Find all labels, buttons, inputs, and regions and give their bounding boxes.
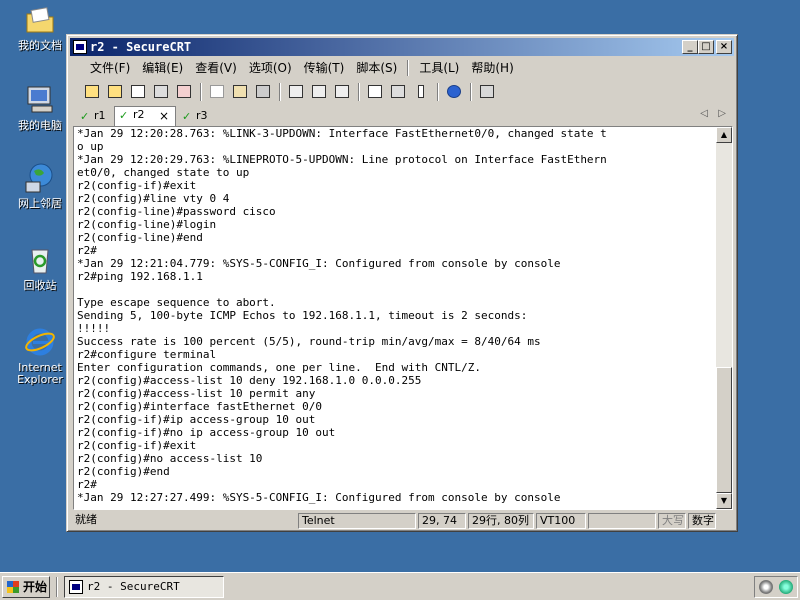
minimize-button[interactable]: _ bbox=[682, 40, 698, 54]
disconnect-icon[interactable] bbox=[174, 83, 194, 101]
desktop-icon-my-computer[interactable]: 我的电脑 bbox=[8, 84, 72, 132]
toolbar-separator bbox=[200, 83, 202, 101]
close-tab-icon[interactable]: × bbox=[159, 108, 169, 124]
windows-logo-icon bbox=[7, 581, 19, 593]
start-label: 开始 bbox=[23, 580, 48, 594]
status-blank bbox=[588, 513, 656, 529]
desktop-icon-label: 回收站 bbox=[23, 279, 57, 292]
close-button[interactable]: × bbox=[716, 40, 732, 54]
desktop-icon-network[interactable]: 网上邻居 bbox=[8, 162, 72, 210]
system-tray bbox=[754, 576, 798, 598]
tab-scroll-right-icon[interactable]: ▷ bbox=[718, 108, 726, 119]
scroll-up-icon[interactable]: ▲ bbox=[716, 127, 732, 143]
scrollbar-thumb[interactable] bbox=[716, 367, 732, 493]
tab-label: r3 bbox=[196, 109, 208, 122]
tab-r1[interactable]: ✓ r1 bbox=[76, 108, 114, 126]
taskbar-item-label: r2 - SecureCRT bbox=[87, 580, 180, 593]
print-setup-icon[interactable] bbox=[332, 83, 352, 101]
tab-label: r2 bbox=[133, 108, 145, 121]
menu-script[interactable]: 脚本(S) bbox=[350, 59, 403, 77]
connected-check-icon: ✓ bbox=[119, 109, 129, 122]
connected-check-icon: ✓ bbox=[182, 110, 192, 123]
reconnect-icon[interactable] bbox=[151, 83, 171, 101]
toolbar-separator bbox=[279, 83, 281, 101]
status-bar: 就绪 Telnet 29, 74 29行, 80列 VT100 大写 数字 bbox=[70, 512, 734, 530]
toolbar bbox=[70, 80, 734, 104]
computer-icon bbox=[24, 84, 56, 116]
menu-edit[interactable]: 编辑(E) bbox=[136, 59, 189, 77]
folder-icon bbox=[24, 4, 56, 36]
status-caps: 大写 bbox=[658, 513, 686, 529]
desktop-icon-internet-explorer[interactable]: Internet Explorer bbox=[8, 326, 72, 386]
terminal-pane[interactable]: *Jan 29 12:20:28.763: %LINK-3-UPDOWN: In… bbox=[73, 126, 733, 510]
menu-help[interactable]: 帮助(H) bbox=[465, 59, 519, 77]
tab-r2[interactable]: ✓ r2 × bbox=[114, 106, 176, 126]
maximize-button[interactable]: □ bbox=[698, 40, 714, 54]
menu-separator bbox=[407, 60, 410, 76]
connect-tab-icon[interactable] bbox=[128, 83, 148, 101]
status-cursor: 29, 74 bbox=[418, 513, 466, 529]
desktop-icon-label: 我的电脑 bbox=[18, 119, 62, 132]
menu-transfer[interactable]: 传输(T) bbox=[298, 59, 351, 77]
menu-file[interactable]: 文件(F) bbox=[84, 59, 136, 77]
vertical-scrollbar[interactable]: ▲ ▼ bbox=[716, 127, 732, 509]
start-button[interactable]: 开始 bbox=[2, 576, 50, 598]
menu-view[interactable]: 查看(V) bbox=[189, 59, 243, 77]
internet-explorer-icon bbox=[24, 326, 56, 358]
terminal-output[interactable]: *Jan 29 12:20:28.763: %LINK-3-UPDOWN: In… bbox=[77, 127, 717, 509]
securecrt-app-icon bbox=[73, 40, 87, 54]
toolbar-separator bbox=[470, 83, 472, 101]
desktop-icon-label: 网上邻居 bbox=[18, 197, 62, 210]
desktop-icon-my-documents[interactable]: 我的文档 bbox=[8, 4, 72, 52]
toolbar-separator bbox=[358, 83, 360, 101]
desktop-icon-label: 我的文档 bbox=[18, 39, 62, 52]
menu-options[interactable]: 选项(O) bbox=[243, 59, 298, 77]
status-protocol: Telnet bbox=[298, 513, 416, 529]
desktop-icon-label: Internet Explorer bbox=[17, 361, 63, 386]
scroll-down-icon[interactable]: ▼ bbox=[716, 493, 732, 509]
connect-icon[interactable] bbox=[82, 83, 102, 101]
securecrt-window: r2 - SecureCRT _ □ × 文件(F) 编辑(E) 查看(V) 选… bbox=[66, 34, 738, 532]
session-options-icon[interactable] bbox=[365, 83, 385, 101]
recycle-bin-icon bbox=[24, 244, 56, 276]
global-options-icon[interactable] bbox=[388, 83, 408, 101]
paste-icon[interactable] bbox=[230, 83, 250, 101]
keymap-icon[interactable] bbox=[411, 83, 431, 101]
session-tabs: ✓ r1 ✓ r2 × ✓ r3 ◁ ▷ bbox=[70, 106, 734, 126]
status-emulation: VT100 bbox=[536, 513, 586, 529]
menu-bar: 文件(F) 编辑(E) 查看(V) 选项(O) 传输(T) 脚本(S) 工具(L… bbox=[70, 58, 734, 78]
help-icon[interactable] bbox=[444, 83, 464, 101]
find-icon[interactable] bbox=[253, 83, 273, 101]
menu-tools[interactable]: 工具(L) bbox=[413, 59, 465, 77]
tab-scroll-left-icon[interactable]: ◁ bbox=[700, 108, 708, 119]
globe-network-icon bbox=[24, 162, 56, 194]
print-icon[interactable] bbox=[286, 83, 306, 101]
screenshot-icon[interactable] bbox=[477, 83, 497, 101]
taskbar: 开始 r2 - SecureCRT bbox=[0, 572, 800, 600]
print-selection-icon[interactable] bbox=[309, 83, 329, 101]
window-titlebar[interactable]: r2 - SecureCRT _ □ × bbox=[70, 38, 734, 56]
tab-r3[interactable]: ✓ r3 bbox=[178, 108, 216, 126]
tray-volume-icon[interactable] bbox=[759, 580, 773, 594]
toolbar-separator bbox=[437, 83, 439, 101]
desktop-icon-recycle-bin[interactable]: 回收站 bbox=[8, 244, 72, 292]
taskbar-separator bbox=[56, 577, 58, 597]
taskbar-item-securecrt[interactable]: r2 - SecureCRT bbox=[64, 576, 224, 598]
status-num: 数字 bbox=[688, 513, 716, 529]
connected-check-icon: ✓ bbox=[80, 110, 90, 123]
status-ready: 就绪 bbox=[75, 513, 97, 526]
status-size: 29行, 80列 bbox=[468, 513, 534, 529]
copy-icon[interactable] bbox=[207, 83, 227, 101]
window-title: r2 - SecureCRT bbox=[90, 40, 192, 54]
securecrt-app-icon bbox=[69, 580, 83, 594]
quick-connect-icon[interactable] bbox=[105, 83, 125, 101]
tab-label: r1 bbox=[94, 109, 106, 122]
tray-network-icon[interactable] bbox=[779, 580, 793, 594]
